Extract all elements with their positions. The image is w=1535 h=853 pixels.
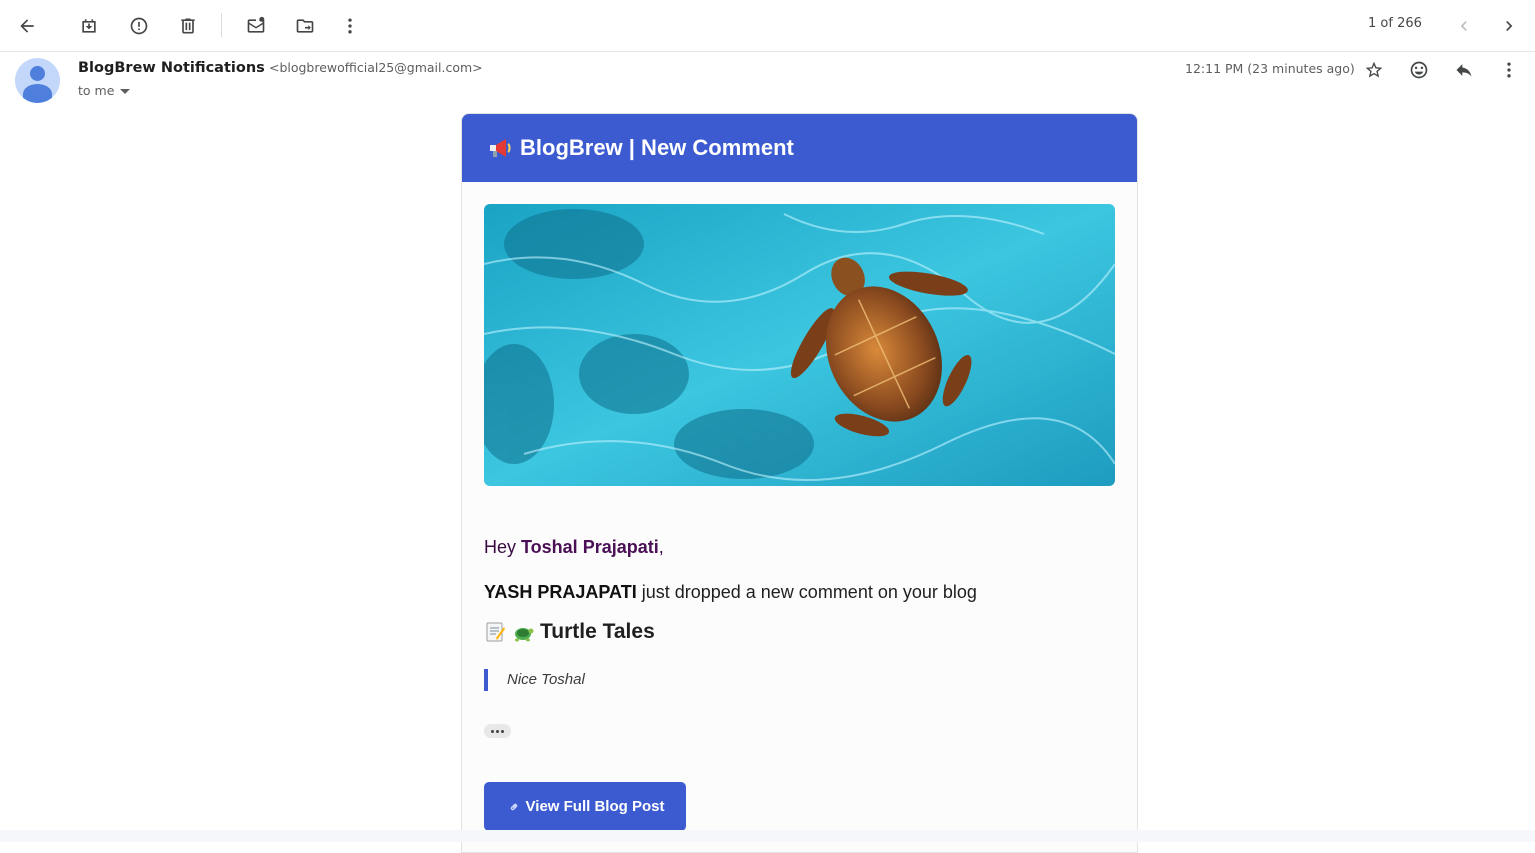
turtle-icon <box>515 628 534 642</box>
delete-icon[interactable] <box>170 8 206 44</box>
recipient-label: to me <box>78 83 115 98</box>
sender-email: <blogbrewofficial25@gmail.com> <box>268 60 483 75</box>
greeting: Hey Toshal Prajapati, <box>484 537 664 558</box>
email-header-banner: BlogBrew | New Comment <box>462 114 1137 182</box>
megaphone-icon <box>490 139 511 157</box>
comment-quote: Nice Toshal <box>484 669 585 691</box>
view-full-blog-post-button[interactable]: View Full Blog Post <box>484 782 686 831</box>
page-count: 1 of 266 <box>1368 16 1422 31</box>
avatar[interactable] <box>15 58 60 103</box>
header-title-text: BlogBrew | New Comment <box>520 135 794 160</box>
show-trimmed-content-button[interactable] <box>484 724 511 738</box>
more-vert-icon[interactable] <box>1494 55 1524 85</box>
older-chevron-icon[interactable] <box>1491 8 1527 44</box>
toolbar: 1 of 266 <box>0 0 1535 52</box>
archive-icon[interactable] <box>71 8 107 44</box>
comment-notification-line: YASH PRAJAPATI just dropped a new commen… <box>484 582 977 603</box>
emoji-react-icon[interactable] <box>1404 55 1434 85</box>
memo-icon <box>486 622 505 642</box>
email-body-card: BlogBrew | New Comment Hey Toshal Prajap… <box>461 113 1138 853</box>
toolbar-divider <box>221 13 222 37</box>
report-spam-icon[interactable] <box>121 8 157 44</box>
chevron-down-icon <box>120 89 131 94</box>
back-arrow-icon[interactable] <box>9 8 45 44</box>
move-to-icon[interactable] <box>287 8 323 44</box>
greeting-suffix: , <box>658 537 664 557</box>
blog-title: Turtle Tales <box>484 620 655 644</box>
more-vert-icon[interactable] <box>332 8 368 44</box>
newer-chevron-icon[interactable] <box>1446 8 1482 44</box>
comment-notification-text: just dropped a new comment on your blog <box>636 582 977 602</box>
commenter-name: YASH PRAJAPATI <box>484 582 637 602</box>
sea-turtle-hero-image <box>484 204 1115 486</box>
email-header-title: BlogBrew | New Comment <box>488 135 794 161</box>
timestamp: 12:11 PM (23 minutes ago) <box>1185 61 1355 76</box>
greeting-prefix: Hey <box>484 537 522 557</box>
bottom-edge <box>0 830 1535 842</box>
recipient-name: Toshal Prajapati <box>521 537 659 557</box>
reply-icon[interactable] <box>1449 55 1479 85</box>
cta-label: View Full Blog Post <box>525 798 665 815</box>
mark-unread-icon[interactable] <box>238 8 274 44</box>
link-icon <box>510 803 517 810</box>
blog-title-text: Turtle Tales <box>540 620 655 643</box>
recipient-details-toggle[interactable]: to me <box>78 83 131 98</box>
sender: BlogBrew Notifications <blogbrewofficial… <box>78 59 483 76</box>
star-icon[interactable] <box>1359 55 1389 85</box>
sender-name[interactable]: BlogBrew Notifications <box>78 60 265 76</box>
